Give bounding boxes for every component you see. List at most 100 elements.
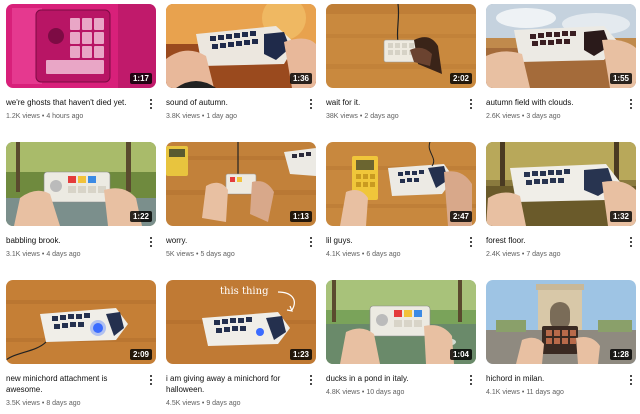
more-vert-icon[interactable] <box>466 235 476 249</box>
video-thumbnail[interactable]: 1:36 <box>166 4 316 88</box>
view-count: 2.6K views <box>486 113 520 120</box>
view-count: 2.4K views <box>486 251 520 258</box>
meta-separator: • <box>521 251 525 258</box>
upload-age: 2 days ago <box>364 113 399 120</box>
video-meta: 4.8K views • 10 days ago <box>326 388 404 398</box>
video-thumbnail[interactable]: 2:02 <box>326 4 476 88</box>
duration-badge: 1:28 <box>609 349 632 360</box>
view-count: 3.5K views <box>6 400 40 407</box>
duration-badge: 1:36 <box>289 73 312 84</box>
video-meta: 4.1K views • 11 days ago <box>486 388 564 398</box>
view-count: 4.1K views <box>326 251 360 258</box>
video-title[interactable]: sound of autumn. <box>166 97 302 108</box>
video-meta: 4.5K views • 9 days ago <box>166 399 241 409</box>
upload-age: 8 days ago <box>46 400 81 407</box>
video-meta: 4.1K views • 6 days ago <box>326 250 401 260</box>
view-count: 5K views <box>166 251 195 258</box>
video-meta: 2.6K views • 3 days ago <box>486 112 561 122</box>
video-card[interactable]: 1:32 forest floor. 2.4K views • 7 days ago <box>486 142 636 272</box>
upload-age: 3 days ago <box>526 113 561 120</box>
video-title[interactable]: autumn field with clouds. <box>486 97 622 108</box>
duration-badge: 1:04 <box>449 349 472 360</box>
video-meta: 3.5K views • 8 days ago <box>6 399 81 409</box>
more-vert-icon[interactable] <box>626 97 636 111</box>
video-card[interactable]: 2:47 lil guys. 4.1K views • 6 days ago <box>326 142 476 272</box>
video-thumbnail[interactable]: 1:22 <box>6 142 156 226</box>
meta-separator: • <box>201 400 205 407</box>
video-thumbnail[interactable]: 2:09 <box>6 280 156 364</box>
video-thumbnail[interactable]: 1:55 <box>486 4 636 88</box>
video-card[interactable]: 2:02 wait for it. 38K views • 2 days ago <box>326 4 476 134</box>
meta-separator: • <box>41 113 45 120</box>
more-vert-icon[interactable] <box>306 97 316 111</box>
meta-separator: • <box>361 389 365 396</box>
video-title[interactable]: worry. <box>166 235 302 246</box>
duration-badge: 1:17 <box>129 73 152 84</box>
video-title[interactable]: hichord in milan. <box>486 373 622 384</box>
video-meta: 5K views • 5 days ago <box>166 250 235 260</box>
video-thumbnail[interactable]: 1:17 <box>6 4 156 88</box>
meta-separator: • <box>359 113 363 120</box>
video-card[interactable]: 1:55 autumn field with clouds. 2.6K view… <box>486 4 636 134</box>
view-count: 3.8K views <box>166 113 200 120</box>
video-card[interactable]: 1:04 ducks in a pond in italy. 4.8K view… <box>326 280 476 410</box>
more-vert-icon[interactable] <box>466 97 476 111</box>
upload-age: 7 days ago <box>526 251 561 258</box>
more-vert-icon[interactable] <box>626 373 636 387</box>
video-meta: 1.2K views • 4 hours ago <box>6 112 83 122</box>
video-card[interactable]: 1:17 we're ghosts that haven't died yet.… <box>6 4 156 134</box>
video-meta: 3.8K views • 1 day ago <box>166 112 237 122</box>
upload-age: 9 days ago <box>206 400 241 407</box>
upload-age: 4 hours ago <box>46 113 84 120</box>
video-title[interactable]: forest floor. <box>486 235 622 246</box>
video-card[interactable]: 1:28 hichord in milan. 4.1K views • 11 day… <box>486 280 636 410</box>
video-title[interactable]: lil guys. <box>326 235 462 246</box>
video-thumbnail[interactable]: 2:47 <box>326 142 476 226</box>
upload-age: 4 days ago <box>46 251 81 258</box>
video-card[interactable]: this thing 1:23 i am giving away a minic… <box>166 280 316 410</box>
meta-separator: • <box>41 251 45 258</box>
meta-separator: • <box>196 251 199 258</box>
more-vert-icon[interactable] <box>146 97 156 111</box>
video-title[interactable]: i am giving away a minichord for hallowe… <box>166 373 302 395</box>
video-meta: 3.1K views • 4 days ago <box>6 250 81 260</box>
video-thumbnail[interactable]: 1:04 <box>326 280 476 364</box>
duration-badge: 1:55 <box>609 73 632 84</box>
video-title[interactable]: wait for it. <box>326 97 462 108</box>
video-grid: 1:17 we're ghosts that haven't died yet.… <box>6 4 636 410</box>
view-count: 3.1K views <box>6 251 40 258</box>
meta-separator: • <box>521 389 525 396</box>
video-meta: 38K views • 2 days ago <box>326 112 399 122</box>
video-title[interactable]: ducks in a pond in italy. <box>326 373 462 384</box>
video-title[interactable]: babbling brook. <box>6 235 142 246</box>
thumbnail-overlay-text: this thing <box>220 286 269 297</box>
duration-badge: 2:02 <box>449 73 472 84</box>
video-thumbnail[interactable]: this thing 1:23 <box>166 280 316 364</box>
video-card[interactable]: 1:22 babbling brook. 3.1K views • 4 days a… <box>6 142 156 272</box>
upload-age: 1 day ago <box>206 113 238 120</box>
view-count: 1.2K views <box>6 113 40 120</box>
video-title[interactable]: we're ghosts that haven't died yet. <box>6 97 142 108</box>
more-vert-icon[interactable] <box>466 373 476 387</box>
more-vert-icon[interactable] <box>146 373 156 387</box>
duration-badge: 2:47 <box>449 211 472 222</box>
more-vert-icon[interactable] <box>306 373 316 387</box>
video-card[interactable]: 1:36 sound of autumn. 3.8K views • 1 day a… <box>166 4 316 134</box>
video-card[interactable]: 1:13 worry. 5K views • 5 days ago <box>166 142 316 272</box>
duration-badge: 1:32 <box>609 211 632 222</box>
video-card[interactable]: 2:09 new minichord attachment is awesome… <box>6 280 156 410</box>
video-thumbnail[interactable]: 1:32 <box>486 142 636 226</box>
meta-separator: • <box>521 113 525 120</box>
video-thumbnail[interactable]: 1:13 <box>166 142 316 226</box>
more-vert-icon[interactable] <box>626 235 636 249</box>
more-vert-icon[interactable] <box>146 235 156 249</box>
upload-age: 6 days ago <box>366 251 401 258</box>
view-count: 4.1K views <box>486 389 520 396</box>
video-thumbnail[interactable]: 1:28 <box>486 280 636 364</box>
more-vert-icon[interactable] <box>306 235 316 249</box>
video-title[interactable]: new minichord attachment is awesome. <box>6 373 142 395</box>
meta-separator: • <box>201 113 205 120</box>
upload-age: 11 days ago <box>526 389 564 396</box>
duration-badge: 1:22 <box>129 211 152 222</box>
duration-badge: 2:09 <box>129 349 152 360</box>
